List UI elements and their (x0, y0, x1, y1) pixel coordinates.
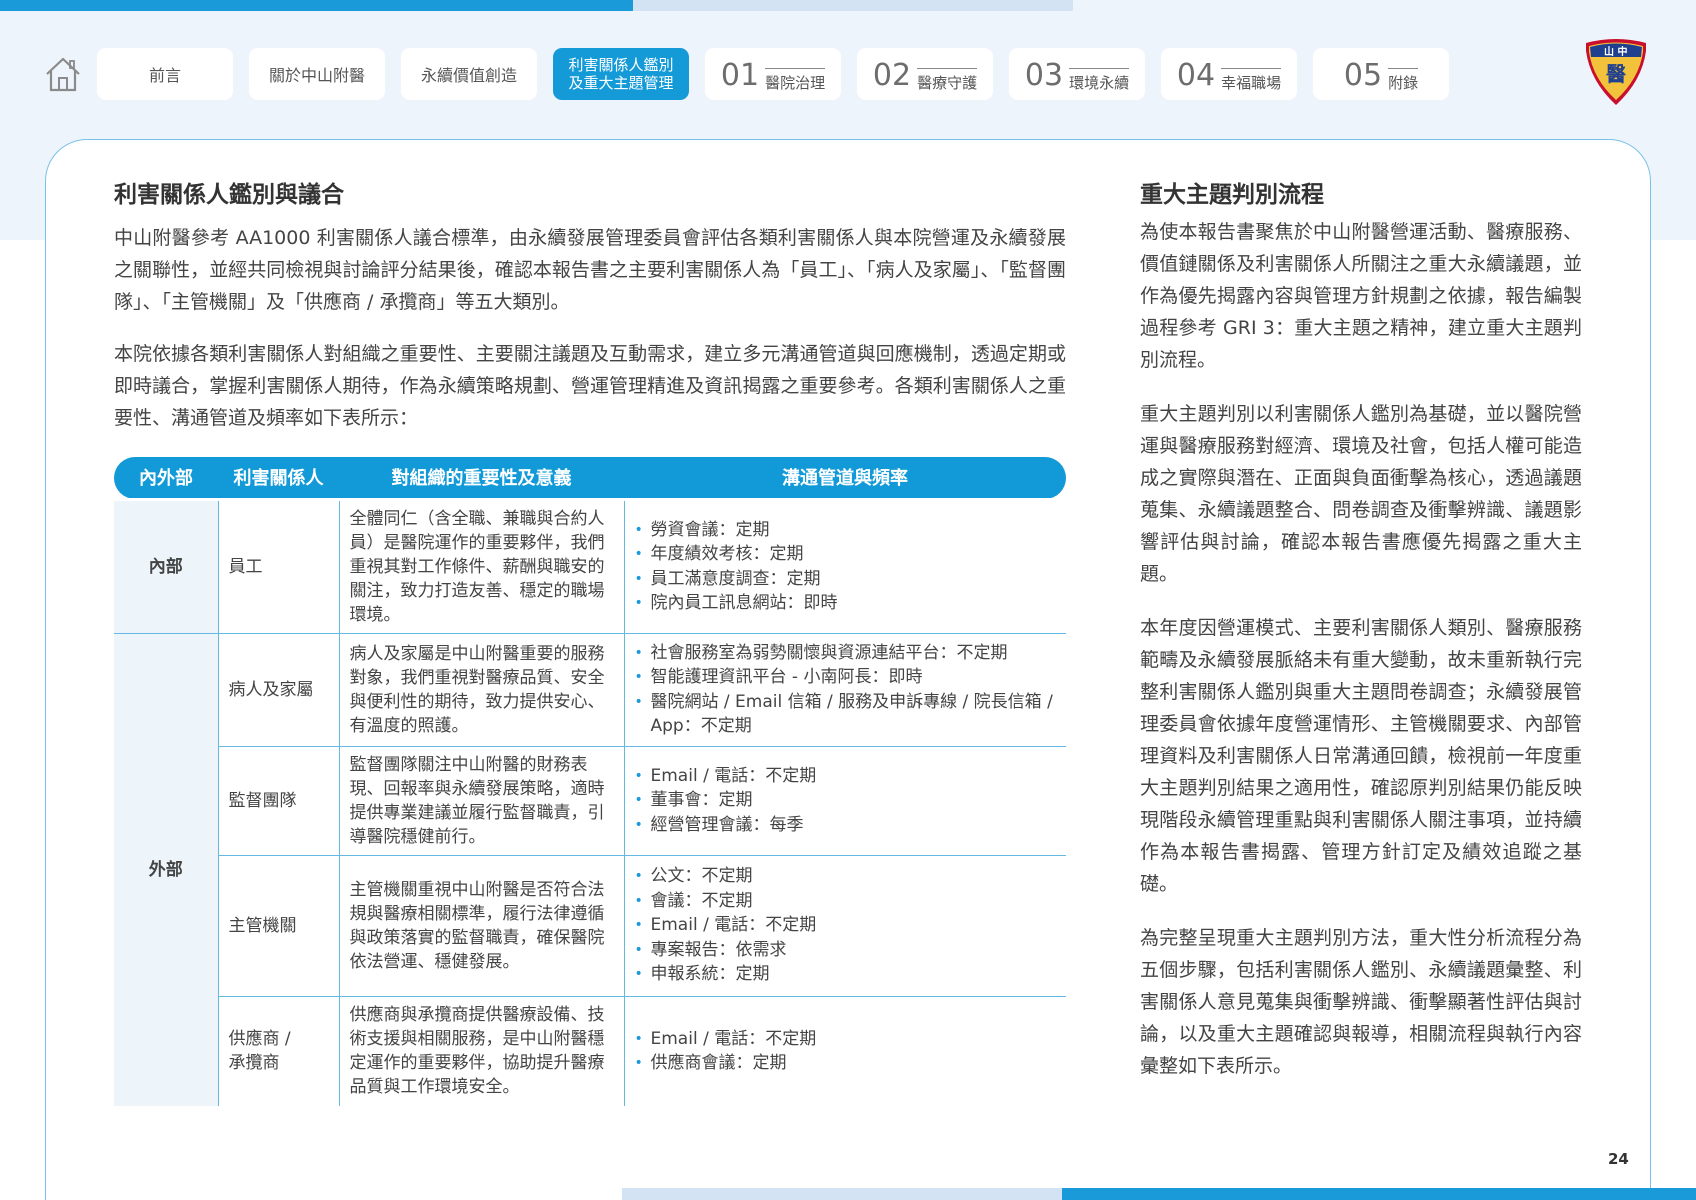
table-row: 內部 員工 全體同仁（含全職、兼職與合約人員）是醫院運作的重要夥伴，我們重視其對… (114, 497, 1066, 633)
paragraph: 本年度因營運模式、主要利害關係人類別、醫療服務範疇及永續發展脈絡未有重大變動，故… (1140, 617, 1582, 895)
list-item: 年度績效考核：定期 (635, 542, 1057, 567)
category-cell: 內部 (114, 497, 219, 633)
table-row: 供應商 / 承攬商 供應商與承攬商提供醫療設備、技術支援與相關服務，是中山附醫穩… (114, 995, 1066, 1106)
table-header-row: 內外部 利害關係人 對組織的重要性及意義 溝通管道與頻率 (114, 457, 1066, 499)
channels-cell: 公文：不定期 會議：不定期 Email / 電話：不定期 專案報告：依需求 申報… (624, 854, 1066, 996)
channel-list: 公文：不定期 會議：不定期 Email / 電話：不定期 專案報告：依需求 申報… (635, 864, 1057, 987)
stakeholder-section: 利害關係人鑑別與議合 中山附醫參考 AA1000 利害關係人議合標準，由永續發展… (114, 178, 1066, 434)
tab-number: 02 (872, 58, 912, 93)
stakeholder-name: 病人及家屬 (218, 632, 340, 746)
category-cell: 外部 (114, 632, 219, 1106)
channel-list: 勞資會議：定期 年度績效考核：定期 員工滿意度調查：定期 院內員工訊息網站：即時 (635, 518, 1057, 616)
tab-label: 醫院治理 (765, 68, 826, 91)
paragraph: 重大主題判別以利害關係人鑑別為基礎，並以醫院營運與醫療服務對經濟、環境及社會，包… (1140, 403, 1582, 585)
logo-text-mid: 醫 (1606, 62, 1626, 86)
tab-label: 幸福職場 (1221, 68, 1282, 91)
channels-cell: Email / 電話：不定期 董事會：定期 經營管理會議：每季 (624, 745, 1066, 855)
chapter-nav: 前言 關於中山附醫 永續價值創造 利害關係人鑑別 及重大主題管理 01 醫院治理 … (43, 47, 1465, 101)
channel-list: Email / 電話：不定期 供應商會議：定期 (635, 1027, 1057, 1076)
bottom-accent-bar-light (622, 1188, 1062, 1200)
stakeholder-name: 供應商 / 承攬商 (218, 995, 340, 1106)
list-item: 經營管理會議：每季 (635, 813, 1057, 838)
page-number: 24 (1608, 1150, 1629, 1168)
list-item: 會議：不定期 (635, 889, 1057, 914)
list-item: 社會服務室為弱勢關懷與資源連結平台：不定期 (635, 641, 1057, 666)
channels-cell: 勞資會議：定期 年度績效考核：定期 員工滿意度調查：定期 院內員工訊息網站：即時 (624, 497, 1066, 633)
tab-about[interactable]: 關於中山附醫 (249, 48, 385, 100)
list-item: Email / 電話：不定期 (635, 913, 1057, 938)
tab-number: 03 (1024, 58, 1064, 93)
bottom-accent-bar (1062, 1188, 1696, 1200)
list-item: Email / 電話：不定期 (635, 764, 1057, 789)
list-item: 智能護理資訊平台 - 小南阿長：即時 (635, 665, 1057, 690)
channels-cell: Email / 電話：不定期 供應商會議：定期 (624, 995, 1066, 1106)
stakeholder-description: 主管機關重視中山附醫是否符合法規與醫療相關標準，履行法律遵循與政策落實的監督職責… (339, 854, 625, 996)
section-title: 重大主題判別流程 (1140, 182, 1324, 208)
paragraph: 為使本報告書聚焦於中山附醫營運活動、醫療服務、價值鏈關係及利害關係人所關注之重大… (1140, 221, 1582, 371)
table-row: 外部 病人及家屬 病人及家屬是中山附醫重要的服務對象，我們重視對醫療品質、安全與… (114, 632, 1066, 1106)
column-header: 溝通管道與頻率 (624, 457, 1066, 499)
tab-chapter-02[interactable]: 02 醫療守護 (857, 48, 993, 100)
tab-label: 利害關係人鑑別 及重大主題管理 (568, 56, 674, 92)
tab-chapter-03[interactable]: 03 環境永續 (1009, 48, 1145, 100)
tab-label: 醫療守護 (917, 68, 978, 91)
list-item: 醫院網站 / Email 信箱 / 服務及申訴專線 / 院長信箱 / App：不… (635, 690, 1057, 739)
hospital-logo: 山 中 醫 (1586, 39, 1646, 105)
tab-preface[interactable]: 前言 (97, 48, 233, 100)
list-item: 勞資會議：定期 (635, 518, 1057, 543)
list-item: 供應商會議：定期 (635, 1051, 1057, 1076)
section-title: 利害關係人鑑別與議合 (114, 182, 344, 208)
channels-cell: 社會服務室為弱勢關懷與資源連結平台：不定期 智能護理資訊平台 - 小南阿長：即時… (624, 632, 1066, 746)
tab-label: 前言 (148, 66, 181, 85)
stakeholder-name: 員工 (218, 497, 340, 633)
tab-chapter-05[interactable]: 05 附錄 (1313, 48, 1449, 100)
column-header: 對組織的重要性及意義 (339, 457, 624, 499)
list-item: 員工滿意度調查：定期 (635, 567, 1057, 592)
channel-list: Email / 電話：不定期 董事會：定期 經營管理會議：每季 (635, 764, 1057, 838)
stakeholder-name: 監督團隊 (218, 745, 340, 855)
stakeholder-description: 供應商與承攬商提供醫療設備、技術支援與相關服務，是中山附醫穩定運作的重要夥伴，協… (339, 995, 625, 1106)
logo-text-top: 山 中 (1604, 45, 1627, 58)
channel-list: 社會服務室為弱勢關懷與資源連結平台：不定期 智能護理資訊平台 - 小南阿長：即時… (635, 641, 1057, 739)
list-item: 公文：不定期 (635, 864, 1057, 889)
paragraph: 中山附醫參考 AA1000 利害關係人議合標準，由永續發展管理委員會評估各類利害… (114, 227, 1066, 313)
column-header: 內外部 (114, 457, 218, 499)
top-accent-bar-light (633, 0, 1073, 11)
list-item: 董事會：定期 (635, 788, 1057, 813)
list-item: Email / 電話：不定期 (635, 1027, 1057, 1052)
tab-label: 環境永續 (1069, 68, 1130, 91)
table-row: 主管機關 主管機關重視中山附醫是否符合法規與醫療相關標準，履行法律遵循與政策落實… (114, 854, 1066, 996)
list-item: 專案報告：依需求 (635, 938, 1057, 963)
top-accent-bar (0, 0, 633, 11)
tab-label: 附錄 (1388, 68, 1419, 91)
tab-number: 05 (1343, 58, 1383, 93)
stakeholder-name: 主管機關 (218, 854, 340, 996)
paragraph: 本院依據各類利害關係人對組織之重要性、主要關注議題及互動需求，建立多元溝通管道與… (114, 343, 1066, 429)
list-item: 申報系統：定期 (635, 962, 1057, 987)
table-row: 監督團隊 監督團隊關注中山附醫的財務表現、回報率與永續發展策略，適時提供專業建議… (114, 745, 1066, 855)
stakeholder-description: 全體同仁（含全職、兼職與合約人員）是醫院運作的重要夥伴，我們重視其對工作條件、薪… (339, 497, 625, 633)
tab-label: 關於中山附醫 (268, 66, 365, 85)
list-item: 院內員工訊息網站：即時 (635, 591, 1057, 616)
tab-stakeholder-material-topics[interactable]: 利害關係人鑑別 及重大主題管理 (553, 48, 689, 100)
material-topic-section: 重大主題判別流程 為使本報告書聚焦於中山附醫營運活動、醫療服務、價值鏈關係及利害… (1140, 178, 1582, 1082)
tab-number: 04 (1176, 58, 1216, 93)
stakeholder-description: 病人及家屬是中山附醫重要的服務對象，我們重視對醫療品質、安全與便利性的期待，致力… (339, 632, 625, 746)
stakeholder-table: 內外部 利害關係人 對組織的重要性及意義 溝通管道與頻率 內部 員工 全體同仁（… (114, 457, 1066, 1106)
stakeholder-description: 監督團隊關注中山附醫的財務表現、回報率與永續發展策略，適時提供專業建議並履行監督… (339, 745, 625, 855)
paragraph: 為完整呈現重大主題判別方法，重大性分析流程分為五個步驟，包括利害關係人鑑別、永續… (1140, 927, 1582, 1077)
tab-number: 01 (720, 58, 760, 93)
tab-sustainable-value[interactable]: 永續價值創造 (401, 48, 537, 100)
tab-chapter-01[interactable]: 01 醫院治理 (705, 48, 841, 100)
tab-chapter-04[interactable]: 04 幸福職場 (1161, 48, 1297, 100)
column-header: 利害關係人 (218, 457, 339, 499)
home-icon[interactable] (43, 54, 83, 94)
tab-label: 永續價值創造 (420, 66, 517, 85)
